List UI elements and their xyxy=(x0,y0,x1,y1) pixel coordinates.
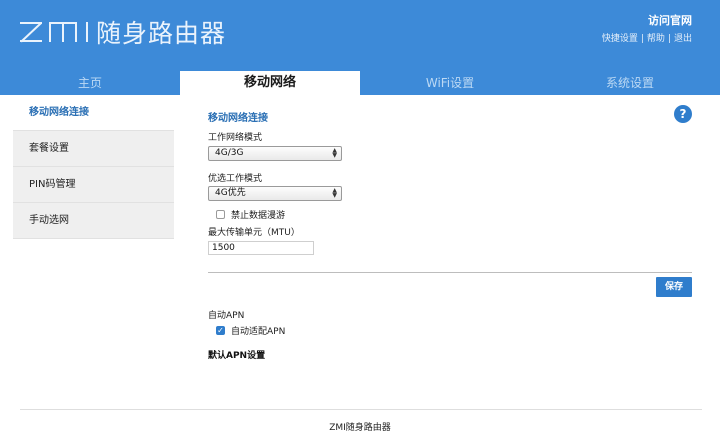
brand-title: 随身路由器 xyxy=(96,19,227,48)
tab-home[interactable]: 主页 xyxy=(0,71,180,95)
section-divider xyxy=(208,272,692,273)
header-bar: 随身路由器 访问官网 快捷设置 | 帮助 | 退出 主页 移动网络 WiFi设置 系统设… xyxy=(0,0,720,95)
quick-setup-link[interactable]: 快捷设置 xyxy=(602,34,638,44)
disable-roaming-checkbox[interactable] xyxy=(216,210,225,219)
disable-roaming-row: 禁止数据漫游 xyxy=(216,208,285,221)
header-links: 访问官网 快捷设置 | 帮助 | 退出 xyxy=(602,12,692,44)
preferred-mode-select[interactable]: 4G优先 ▲ ▼ xyxy=(208,186,342,201)
mtu-label: 最大传输单元（MTU） xyxy=(208,228,300,238)
preferred-mode-value: 4G优先 xyxy=(215,188,246,198)
tab-system-settings[interactable]: 系统设置 xyxy=(540,71,720,95)
question-circle-icon[interactable]: ? xyxy=(674,105,692,123)
work-mode-select[interactable]: 4G/3G ▲ ▼ xyxy=(208,146,342,161)
footer-text: ZMI随身路由器 xyxy=(329,423,391,433)
tab-mobile-network[interactable]: 移动网络 xyxy=(180,71,360,95)
auto-apn-label: 自动适配APN xyxy=(231,327,286,337)
auto-apn-section-label: 自动APN xyxy=(208,311,245,321)
select-arrows-icon: ▲ ▼ xyxy=(332,147,337,159)
footer-divider xyxy=(20,409,702,410)
auto-apn-row: ✓ 自动适配APN xyxy=(216,324,285,337)
mtu-input[interactable]: 1500 xyxy=(208,241,314,255)
sidebar: 移动网络连接 套餐设置 PIN码管理 手动选网 xyxy=(13,95,174,239)
select-arrows-icon: ▲ ▼ xyxy=(332,187,337,199)
work-mode-label: 工作网络模式 xyxy=(208,133,263,143)
sidebar-item-pin-management[interactable]: PIN码管理 xyxy=(13,167,174,203)
section-title: 移动网络连接 xyxy=(208,113,268,124)
save-button[interactable]: 保存 xyxy=(656,277,692,297)
quick-links: 快捷设置 | 帮助 | 退出 xyxy=(601,34,692,44)
logout-link[interactable]: 退出 xyxy=(674,34,692,44)
auto-apn-checkbox[interactable]: ✓ xyxy=(216,326,225,335)
zmi-logo xyxy=(20,22,88,43)
work-mode-value: 4G/3G xyxy=(215,148,244,158)
brand: 随身路由器 xyxy=(20,14,226,50)
default-apn-settings-label: 默认APN设置 xyxy=(208,351,266,361)
disable-roaming-label: 禁止数据漫游 xyxy=(231,211,286,221)
visit-official-site-link[interactable]: 访问官网 xyxy=(602,12,692,28)
sidebar-item-plan-settings[interactable]: 套餐设置 xyxy=(13,131,174,167)
main-nav: 主页 移动网络 WiFi设置 系统设置 xyxy=(0,71,720,95)
tab-wifi-settings[interactable]: WiFi设置 xyxy=(360,71,540,95)
preferred-mode-label: 优选工作模式 xyxy=(208,174,263,184)
sidebar-item-manual-network[interactable]: 手动选网 xyxy=(13,203,174,239)
sidebar-item-mobile-connection[interactable]: 移动网络连接 xyxy=(13,95,174,131)
help-link[interactable]: 帮助 xyxy=(647,34,665,44)
